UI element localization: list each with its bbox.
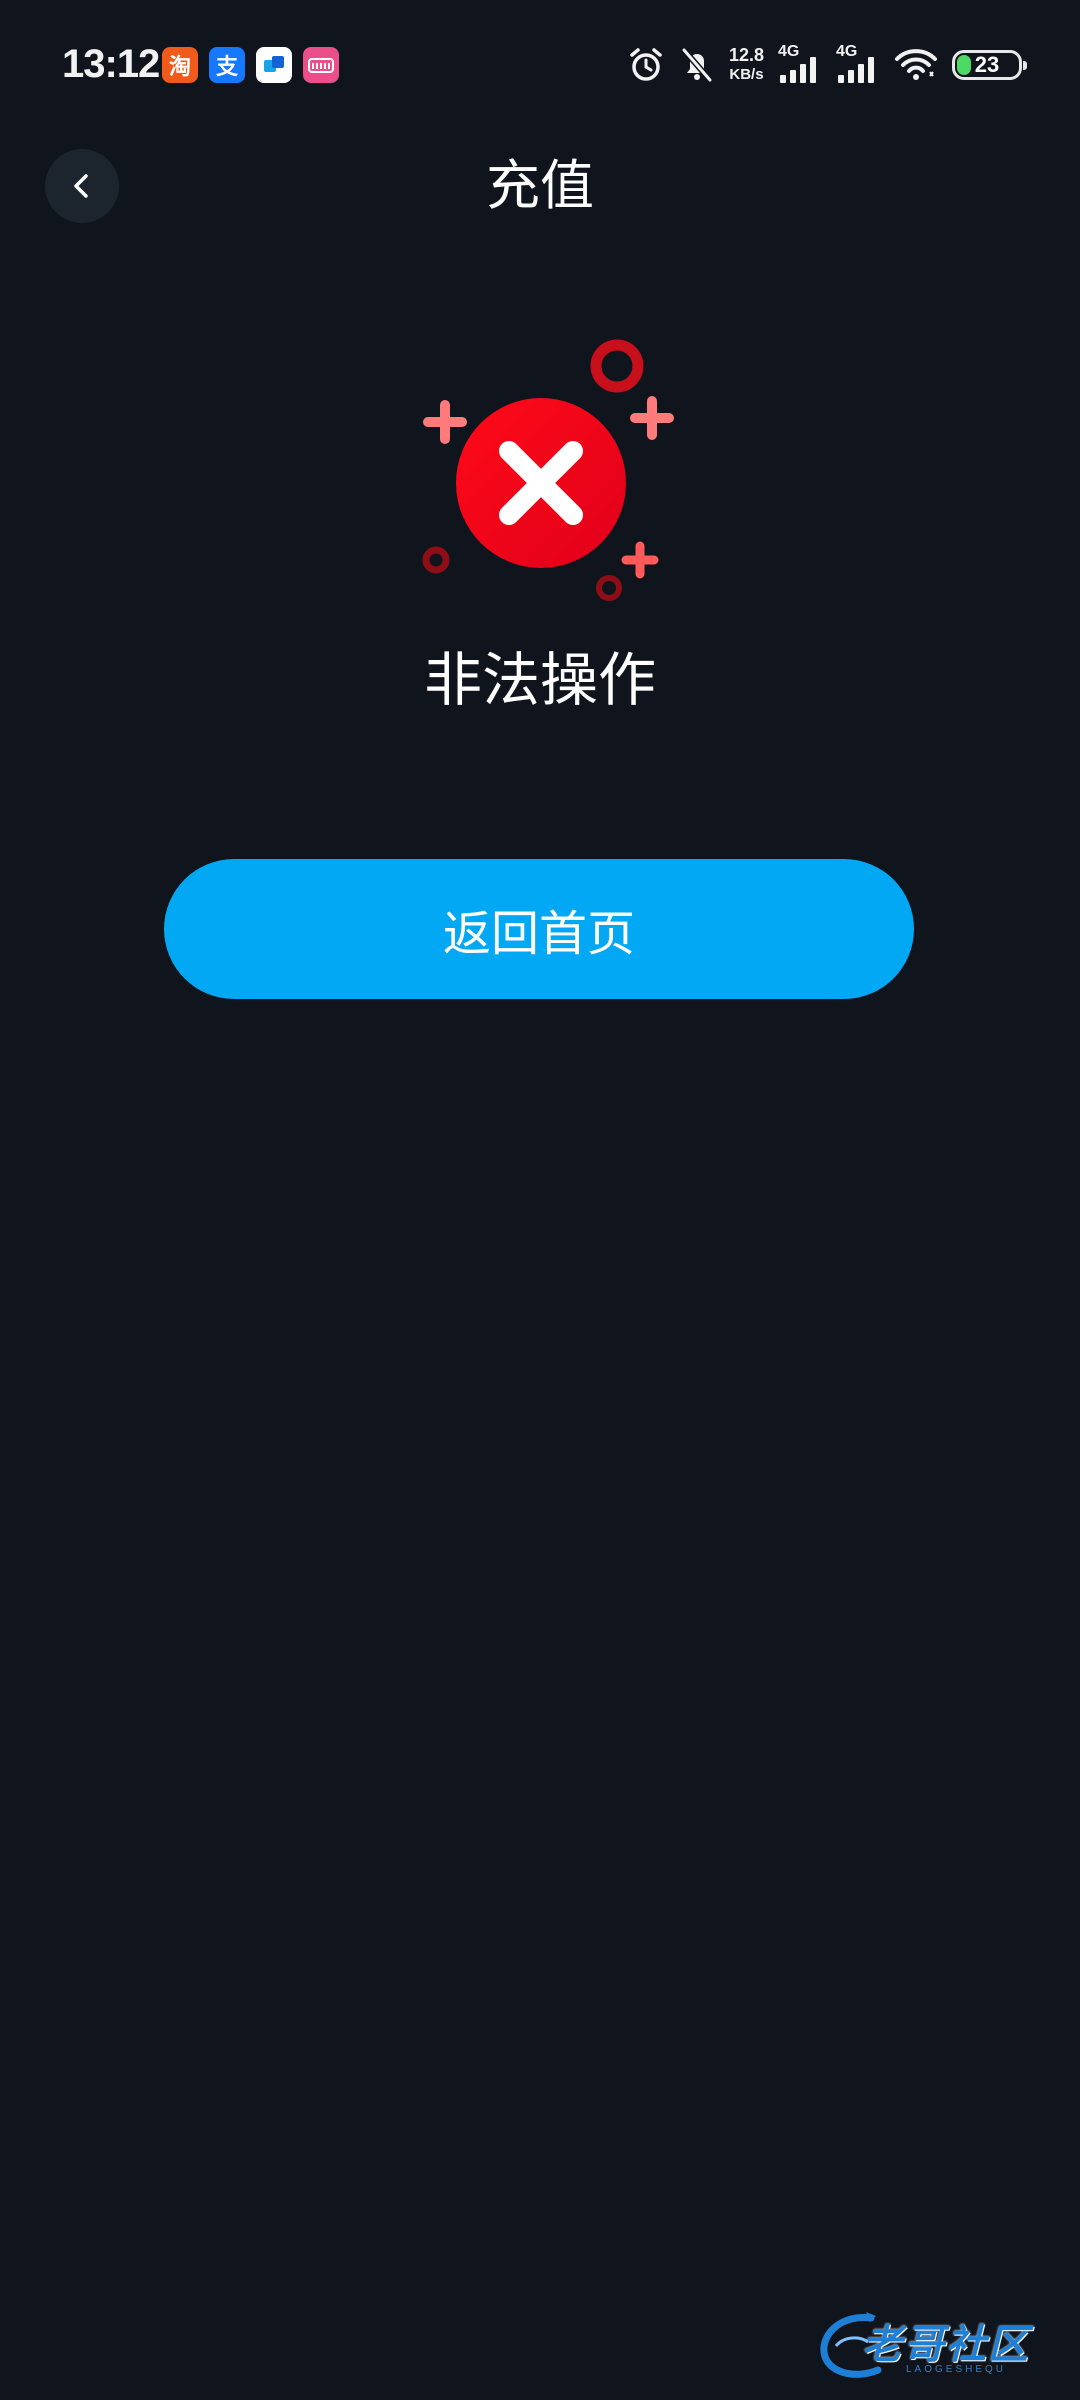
sim1-signal: 4G [778, 43, 822, 85]
watermark-logo: 老哥社区 LAOGESHEQU [816, 2306, 1066, 2386]
status-bar: 13:12 淘 支 12.8 KB/s 4G 4G 23 [0, 0, 1080, 130]
status-time: 13:12 [62, 42, 160, 86]
taobao-app-icon: 淘 [162, 47, 198, 83]
error-x-icon [422, 339, 674, 601]
alipay-app-icon: 支 [209, 47, 245, 83]
wifi-icon [895, 49, 937, 80]
alarm-icon [630, 48, 662, 81]
status-right-icons: 12.8 KB/s 4G 4G 23 [627, 40, 1027, 90]
sim2-signal: 4G [836, 43, 880, 85]
error-message: 非法操作 [423, 646, 656, 714]
bell-off-icon [681, 48, 713, 82]
page-title: 充值 [486, 154, 594, 217]
battery-icon: 23 [952, 50, 1027, 80]
return-home-button[interactable]: 返回首页 [164, 859, 914, 999]
blue-app-icon [256, 47, 292, 83]
network-speed: 12.8 KB/s [728, 45, 764, 83]
notification-icons: 淘 支 [162, 47, 339, 83]
pink-app-icon [303, 47, 339, 83]
